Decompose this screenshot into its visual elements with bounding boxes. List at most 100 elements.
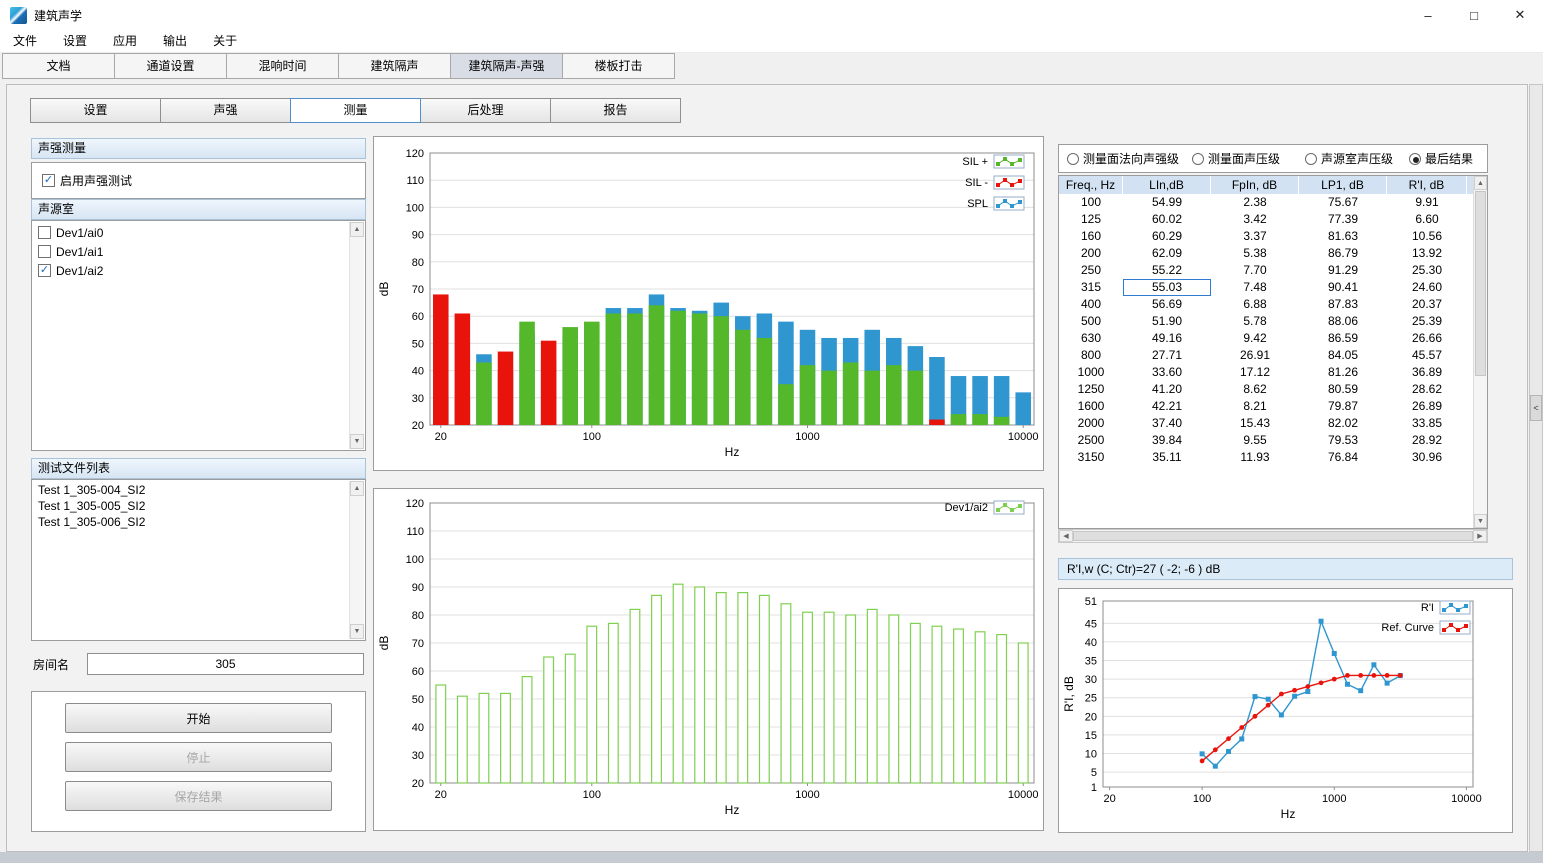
table-row[interactable]: 50051.905.7888.0625.39 [1059,313,1473,330]
table-cell[interactable]: 55.03 [1123,279,1211,296]
enable-si-checkbox[interactable] [42,174,55,187]
radio-circle-icon[interactable] [1192,153,1204,165]
table-cell[interactable]: 160 [1059,228,1123,245]
scroll-left-icon[interactable] [1059,530,1073,542]
table-cell[interactable]: 7.48 [1211,279,1299,296]
table-cell[interactable]: 80.59 [1299,381,1387,398]
table-cell[interactable]: 2500 [1059,432,1123,449]
table-cell[interactable]: 60.29 [1123,228,1211,245]
channel-checkbox[interactable] [38,264,51,277]
main-tab[interactable]: 建筑隔声-声强 [450,53,563,79]
menu-item[interactable]: 文件 [0,30,50,52]
radio-option[interactable]: 最后结果 [1409,145,1473,172]
channel-item[interactable]: Dev1/ai0 [33,223,348,242]
table-cell[interactable]: 28.62 [1387,381,1467,398]
table-cell[interactable]: 86.59 [1299,330,1387,347]
table-cell[interactable]: 26.66 [1387,330,1467,347]
scroll-down-icon[interactable] [350,434,364,449]
channel-checkbox[interactable] [38,245,51,258]
table-row[interactable]: 16060.293.3781.6310.56 [1059,228,1473,245]
table-cell[interactable]: 81.63 [1299,228,1387,245]
channel-item[interactable]: Dev1/ai2 [33,261,348,280]
table-cell[interactable]: 8.62 [1211,381,1299,398]
save-results-button[interactable]: 保存结果 [65,781,332,811]
table-cell[interactable]: 87.83 [1299,296,1387,313]
scroll-up-icon[interactable] [350,481,364,496]
table-cell[interactable]: 20.37 [1387,296,1467,313]
table-cell[interactable]: 37.40 [1123,415,1211,432]
table-cell[interactable]: 76.84 [1299,449,1387,466]
table-row[interactable]: 31555.037.4890.4124.60 [1059,279,1473,296]
table-cell[interactable]: 82.02 [1299,415,1387,432]
table-cell[interactable]: 24.60 [1387,279,1467,296]
sub-tab[interactable]: 声强 [160,98,291,123]
table-cell[interactable]: 13.92 [1387,245,1467,262]
table-cell[interactable]: 42.21 [1123,398,1211,415]
main-tab[interactable]: 建筑隔声 [338,53,451,79]
table-cell[interactable]: 91.29 [1299,262,1387,279]
table-cell[interactable]: 75.67 [1299,194,1387,211]
table-row[interactable]: 40056.696.8887.8320.37 [1059,296,1473,313]
stop-button[interactable]: 停止 [65,742,332,772]
table-hscrollbar[interactable] [1058,529,1488,543]
table-cell[interactable]: 90.41 [1299,279,1387,296]
table-cell[interactable]: 26.89 [1387,398,1467,415]
main-tab[interactable]: 混响时间 [226,53,339,79]
sub-tab[interactable]: 设置 [30,98,161,123]
table-cell[interactable]: 88.06 [1299,313,1387,330]
table-row[interactable]: 25055.227.7091.2925.30 [1059,262,1473,279]
table-cell[interactable]: 500 [1059,313,1123,330]
table-row[interactable]: 200037.4015.4382.0233.85 [1059,415,1473,432]
table-cell[interactable]: 3150 [1059,449,1123,466]
table-cell[interactable]: 79.53 [1299,432,1387,449]
table-row[interactable]: 63049.169.4286.5926.66 [1059,330,1473,347]
table-cell[interactable]: 35.11 [1123,449,1211,466]
menu-item[interactable]: 关于 [200,30,250,52]
maximize-button[interactable]: □ [1451,0,1497,30]
radio-circle-icon[interactable] [1067,153,1079,165]
table-cell[interactable]: 9.55 [1211,432,1299,449]
table-cell[interactable]: 62.09 [1123,245,1211,262]
table-cell[interactable]: 400 [1059,296,1123,313]
table-cell[interactable]: 7.70 [1211,262,1299,279]
main-tab[interactable]: 通道设置 [114,53,227,79]
table-row[interactable]: 100033.6017.1281.2636.89 [1059,364,1473,381]
table-cell[interactable]: 36.89 [1387,364,1467,381]
table-row[interactable]: 80027.7126.9184.0545.57 [1059,347,1473,364]
table-row[interactable]: 12560.023.4277.396.60 [1059,211,1473,228]
table-cell[interactable]: 9.91 [1387,194,1467,211]
table-cell[interactable]: 17.12 [1211,364,1299,381]
scroll-up-icon[interactable] [350,222,364,237]
table-cell[interactable]: 5.38 [1211,245,1299,262]
radio-circle-icon[interactable] [1409,153,1421,165]
table-cell[interactable]: 8.21 [1211,398,1299,415]
table-cell[interactable]: 9.42 [1211,330,1299,347]
main-tab[interactable]: 文档 [2,53,115,79]
table-cell[interactable]: 60.02 [1123,211,1211,228]
table-cell[interactable]: 41.20 [1123,381,1211,398]
table-cell[interactable]: 25.39 [1387,313,1467,330]
table-vscrollbar[interactable] [1473,176,1487,528]
scroll-down-icon[interactable] [1474,514,1487,528]
table-cell[interactable]: 39.84 [1123,432,1211,449]
table-cell[interactable]: 86.79 [1299,245,1387,262]
minimize-button[interactable]: – [1405,0,1451,30]
table-cell[interactable]: 250 [1059,262,1123,279]
table-cell[interactable]: 15.43 [1211,415,1299,432]
table-cell[interactable]: 28.92 [1387,432,1467,449]
table-cell[interactable]: 2000 [1059,415,1123,432]
vscroll-thumb[interactable] [1475,191,1486,376]
table-row[interactable]: 20062.095.3886.7913.92 [1059,245,1473,262]
radio-option[interactable]: 声源室声压级 [1305,145,1393,172]
table-cell[interactable]: 33.85 [1387,415,1467,432]
channel-checkbox[interactable] [38,226,51,239]
table-cell[interactable]: 200 [1059,245,1123,262]
sub-tab[interactable]: 测量 [290,98,421,123]
scroll-right-icon[interactable] [1473,530,1487,542]
table-cell[interactable]: 6.60 [1387,211,1467,228]
table-cell[interactable]: 2.38 [1211,194,1299,211]
table-cell[interactable]: 125 [1059,211,1123,228]
table-cell[interactable]: 56.69 [1123,296,1211,313]
sub-tab[interactable]: 报告 [550,98,681,123]
menu-item[interactable]: 输出 [150,30,200,52]
